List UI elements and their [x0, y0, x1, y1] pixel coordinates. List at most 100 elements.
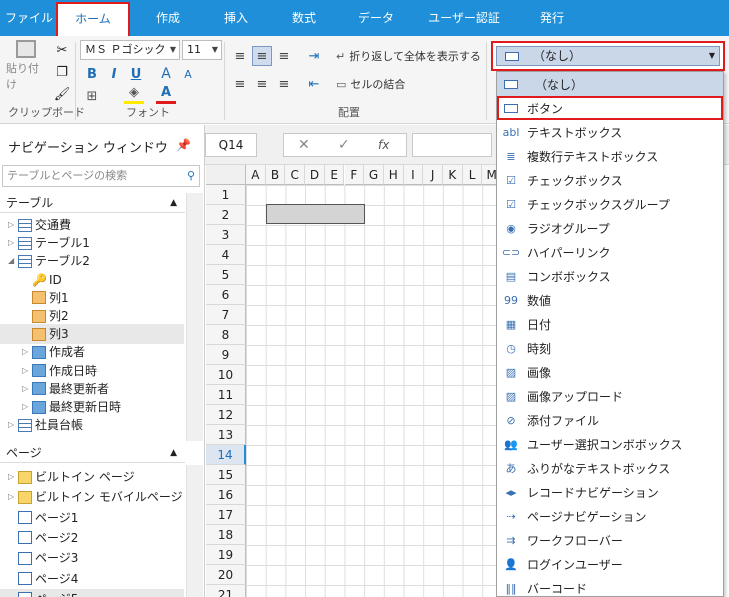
font-name-select[interactable]: ＭＳ Ｐゴシック ▼	[80, 40, 180, 60]
table-tree-item[interactable]: ▷ 最終更新者	[0, 379, 184, 399]
shrink-font-button[interactable]: A	[178, 64, 198, 84]
column-header[interactable]: I	[403, 165, 424, 185]
dropdown-option[interactable]: ⊘ 添付ファイル	[497, 408, 723, 432]
formula-input[interactable]	[412, 133, 492, 157]
sheet-grid[interactable]: ABCDEFGHIJKLM 1 2 3 4 5 6 7 8 9 10 11 12 13 14 15 16 17 1…	[206, 165, 497, 597]
row-header[interactable]: 8	[206, 325, 246, 345]
dropdown-option[interactable]: ボタン	[497, 96, 723, 120]
dropdown-option[interactable]: ◂▸ レコードナビゲーション	[497, 480, 723, 504]
bold-button[interactable]: B	[82, 64, 102, 84]
column-header[interactable]: B	[265, 165, 286, 185]
tab-formula[interactable]: 数式	[276, 0, 332, 36]
chevron-up-icon[interactable]: ▲	[170, 193, 177, 213]
column-header[interactable]: J	[423, 165, 443, 185]
cell-area[interactable]	[246, 185, 497, 597]
fill-color-icon[interactable]: ◈	[124, 84, 144, 104]
collapse-icon[interactable]: ◢	[8, 251, 18, 271]
dropdown-option[interactable]: 99 数値	[497, 288, 723, 312]
tables-section-header[interactable]: テーブル ▲	[0, 193, 185, 213]
check-icon[interactable]: ✓	[338, 137, 350, 153]
column-header[interactable]: D	[305, 165, 325, 185]
tab-user-auth[interactable]: ユーザー認証	[420, 0, 508, 36]
align-bottom-icon[interactable]: ≡	[274, 46, 294, 66]
selected-cell[interactable]	[266, 204, 365, 224]
align-top-icon[interactable]: ≡	[230, 46, 250, 66]
row-header[interactable]: 5	[206, 265, 246, 285]
column-header[interactable]: L	[462, 165, 483, 185]
page-tree-item[interactable]: ページ2	[0, 528, 184, 548]
dropdown-option[interactable]: 👤 ログインユーザー	[497, 552, 723, 576]
pin-icon[interactable]: 📌	[176, 138, 191, 152]
tab-insert[interactable]: 挿入	[208, 0, 264, 36]
row-header[interactable]: 17	[206, 505, 246, 525]
table-tree-item[interactable]: ◢ テーブル2	[0, 251, 184, 271]
expand-icon[interactable]: ▷	[8, 215, 18, 235]
italic-button[interactable]: I	[104, 64, 124, 84]
row-header[interactable]: 6	[206, 285, 246, 305]
row-header[interactable]: 1	[206, 185, 246, 205]
column-header[interactable]: C	[285, 165, 306, 185]
page-tree-item[interactable]: ▷ ビルトイン モバイルページ	[0, 487, 184, 507]
column-header[interactable]: F	[344, 165, 365, 185]
expand-icon[interactable]: ▷	[22, 342, 32, 362]
row-header[interactable]: 15	[206, 465, 246, 485]
table-tree-item[interactable]: ▷ 交通費	[0, 215, 184, 235]
cut-icon[interactable]: ✂	[52, 40, 72, 60]
row-header[interactable]: 18	[206, 525, 246, 545]
paste-button[interactable]: 貼り付け	[6, 40, 46, 92]
dropdown-option[interactable]: ⇉ ワークフローバー	[497, 528, 723, 552]
expand-icon[interactable]: ▷	[22, 397, 32, 417]
dropdown-option[interactable]: ☑ チェックボックスグループ	[497, 192, 723, 216]
tables-scrollbar[interactable]	[186, 193, 203, 441]
page-tree-item[interactable]: ページ5	[0, 588, 184, 597]
row-header[interactable]: 10	[206, 365, 246, 385]
dropdown-option[interactable]: ⊂⊃ ハイパーリンク	[497, 240, 723, 264]
row-header[interactable]: 7	[206, 305, 246, 325]
pages-scrollbar[interactable]	[186, 465, 203, 597]
table-tree-item[interactable]: 列2	[0, 306, 184, 326]
dropdown-option[interactable]: ‖‖ バーコード	[497, 576, 723, 597]
table-tree-item[interactable]: ▷ テーブル1	[0, 233, 184, 253]
wrap-text-button[interactable]: ↵ 折り返して全体を表示する	[336, 46, 481, 66]
align-right-icon[interactable]: ≡	[274, 74, 294, 94]
dropdown-option[interactable]: ☑ チェックボックス	[497, 168, 723, 192]
column-header[interactable]: K	[443, 165, 463, 185]
indent-icon[interactable]: ⇥	[304, 46, 324, 66]
dropdown-option[interactable]: 👥 ユーザー選択コンボボックス	[497, 432, 723, 456]
select-all-corner[interactable]	[206, 165, 246, 185]
merge-cells-button[interactable]: ▭ セルの結合	[336, 74, 405, 94]
table-tree-item[interactable]: 🔑 ID	[0, 270, 184, 290]
tab-create[interactable]: 作成	[140, 0, 196, 36]
table-tree-item[interactable]: ▷ 作成者	[0, 342, 184, 362]
expand-icon[interactable]: ▷	[22, 379, 32, 399]
column-header[interactable]: M	[482, 165, 497, 185]
row-header[interactable]: 12	[206, 405, 246, 425]
expand-icon[interactable]: ▷	[22, 361, 32, 381]
page-tree-item[interactable]: ページ1	[0, 508, 184, 528]
dropdown-option[interactable]: ▦ 日付	[497, 312, 723, 336]
dropdown-option[interactable]: ◷ 時刻	[497, 336, 723, 360]
expand-icon[interactable]: ▷	[8, 415, 18, 435]
row-header[interactable]: 9	[206, 345, 246, 365]
pages-section-header[interactable]: ページ ▲	[0, 443, 185, 463]
expand-icon[interactable]: ▷	[8, 467, 18, 487]
format-painter-icon[interactable]: 🖌	[52, 84, 72, 104]
column-header[interactable]: E	[324, 165, 345, 185]
tab-file[interactable]: ファイル	[2, 0, 56, 36]
align-left-icon[interactable]: ≡	[230, 74, 250, 94]
tab-data[interactable]: データ	[344, 0, 408, 36]
row-header[interactable]: 11	[206, 385, 246, 405]
align-center-icon[interactable]: ≡	[252, 74, 272, 94]
column-header[interactable]: G	[364, 165, 384, 185]
align-middle-icon[interactable]: ≡	[252, 46, 272, 66]
row-header[interactable]: 2	[206, 205, 246, 225]
row-header[interactable]: 16	[206, 485, 246, 505]
expand-icon[interactable]: ▷	[8, 233, 18, 253]
dropdown-option[interactable]: ◉ ラジオグループ	[497, 216, 723, 240]
column-header[interactable]: H	[383, 165, 404, 185]
row-header[interactable]: 4	[206, 245, 246, 265]
row-header[interactable]: 14	[206, 445, 246, 465]
tab-publish[interactable]: 発行	[524, 0, 580, 36]
outdent-icon[interactable]: ⇤	[304, 74, 324, 94]
font-color-button[interactable]: A	[156, 84, 176, 104]
